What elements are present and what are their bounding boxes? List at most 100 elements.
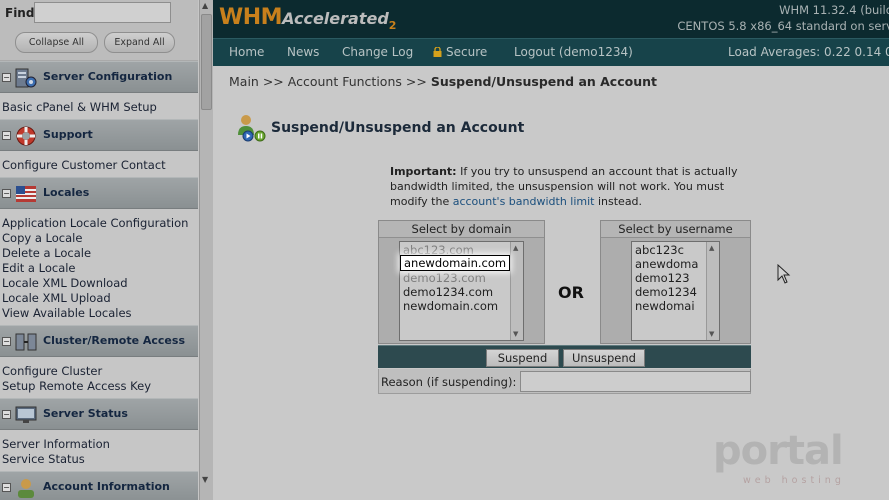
expand-all-button[interactable]: Expand All (104, 32, 175, 53)
sidebar-link-view-locales[interactable]: View Available Locales (2, 306, 132, 320)
sidebar-link-app-locale[interactable]: Application Locale Configuration (2, 216, 188, 230)
monitor-icon (15, 406, 37, 423)
domain-select-header: Select by domain (379, 221, 544, 238)
domain-select-list[interactable]: abc123.com anewdomain.com demo123.com de… (399, 241, 524, 341)
watermark-main: portal (713, 428, 844, 474)
nav-bar: Home News Change Log Secure Logout (demo… (213, 38, 889, 66)
logo-num: 2 (388, 19, 397, 32)
sidebar-link-copy-locale[interactable]: Copy a Locale (2, 231, 82, 245)
collapse-toggle-icon[interactable]: − (2, 131, 11, 140)
sidebar-link-basic-setup[interactable]: Basic cPanel & WHM Setup (2, 100, 157, 114)
collapse-toggle-icon[interactable]: − (2, 337, 11, 346)
username-option[interactable]: anewdoma (635, 257, 698, 271)
sidebar-link-configure-cluster[interactable]: Configure Cluster (2, 364, 102, 378)
scroll-down-icon[interactable]: ▼ (513, 330, 518, 338)
page-title: Suspend/Unsuspend an Account (271, 120, 525, 136)
sidebar-link-server-info[interactable]: Server Information (2, 437, 110, 451)
section-locales[interactable]: − Locales (0, 177, 198, 209)
find-input[interactable] (34, 2, 171, 23)
scroll-down-icon[interactable]: ▼ (709, 330, 714, 338)
suspend-button[interactable]: Suspend (486, 349, 559, 367)
domain-list-scrollbar[interactable]: ▲ ▼ (510, 242, 523, 340)
find-box: Find Collapse All Expand All (0, 0, 198, 61)
reason-input[interactable] (520, 371, 751, 392)
logo-sub: Accelerated (282, 9, 389, 28)
breadcrumb-current: Suspend/Unsuspend an Account (430, 74, 657, 89)
breadcrumb-separator: >> (405, 74, 427, 89)
section-title: Locales (43, 186, 90, 199)
important-tail: instead. (594, 195, 643, 208)
section-title: Support (43, 128, 93, 141)
account-icon (18, 479, 34, 498)
domain-option-selected[interactable]: anewdomain.com (400, 255, 511, 271)
action-bar: Suspend Unsuspend (378, 345, 751, 368)
sidebar-link-service-status[interactable]: Service Status (2, 452, 85, 466)
username-option[interactable]: demo123 (635, 271, 690, 285)
username-list-scrollbar[interactable]: ▲ ▼ (706, 242, 719, 340)
scrollbar-thumb[interactable] (201, 14, 212, 110)
domain-option[interactable]: newdomain.com (403, 299, 498, 313)
collapse-all-button[interactable]: Collapse All (15, 32, 98, 53)
breadcrumb-main[interactable]: Main (229, 74, 259, 89)
scroll-up-icon[interactable]: ▲ (709, 244, 714, 252)
section-cluster-remote-access[interactable]: − Cluster/Remote Access (0, 325, 198, 357)
nav-secure-label: Secure (446, 45, 488, 59)
support-lifebuoy-icon (16, 126, 36, 146)
version-line-2: CENTOS 5.8 x86_64 standard on serv (677, 19, 889, 33)
load-averages: Load Averages: 0.22 0.14 0 (728, 45, 889, 59)
breadcrumb-account-functions[interactable]: Account Functions (288, 74, 402, 89)
version-info: WHM 11.32.4 (build CENTOS 5.8 x86_64 sta… (677, 2, 889, 34)
collapse-toggle-icon[interactable]: − (2, 189, 11, 198)
server-config-icon (15, 68, 37, 88)
sidebar-link-xml-download[interactable]: Locale XML Download (2, 276, 128, 290)
username-select-header: Select by username (601, 221, 750, 238)
collapse-toggle-icon[interactable]: − (2, 410, 11, 419)
lock-icon (433, 47, 442, 57)
top-header: WHMAccelerated2 WHM 11.32.4 (build CENTO… (213, 0, 889, 38)
scroll-up-icon[interactable]: ▲ (513, 244, 518, 252)
nav-home[interactable]: Home (229, 45, 264, 59)
nav-secure[interactable]: Secure (433, 45, 487, 59)
portal-watermark: portal web hosting (713, 428, 863, 489)
whm-logo: WHMAccelerated2 (219, 5, 397, 32)
sidebar-scrollbar[interactable]: ▲ ▼ (199, 0, 213, 500)
section-title: Cluster/Remote Access (43, 334, 185, 347)
scroll-down-icon[interactable]: ▼ (202, 475, 208, 484)
nav-news[interactable]: News (287, 45, 319, 59)
sidebar-link-xml-upload[interactable]: Locale XML Upload (2, 291, 111, 305)
username-option[interactable]: newdomai (635, 299, 695, 313)
username-select-list[interactable]: abc123c anewdoma demo123 demo1234 newdom… (631, 241, 720, 341)
unsuspend-button[interactable]: Unsuspend (563, 349, 645, 367)
section-support[interactable]: − Support (0, 119, 198, 151)
flag-icon (16, 186, 36, 202)
reason-label: Reason (if suspending): (381, 375, 517, 389)
bandwidth-limit-link[interactable]: account's bandwidth limit (453, 195, 595, 208)
username-option[interactable]: abc123c (635, 243, 684, 257)
collapse-toggle-icon[interactable]: − (2, 483, 11, 492)
sidebar-link-customer-contact[interactable]: Configure Customer Contact (2, 158, 166, 172)
scroll-up-icon[interactable]: ▲ (202, 1, 208, 10)
nav-logout[interactable]: Logout (demo1234) (514, 45, 633, 59)
mouse-cursor-icon (777, 264, 791, 284)
important-notice: Important: If you try to unsuspend an ac… (390, 164, 740, 209)
breadcrumb: Main >> Account Functions >> Suspend/Uns… (229, 74, 657, 89)
reason-row: Reason (if suspending): (378, 369, 751, 394)
breadcrumb-separator: >> (262, 74, 284, 89)
section-account-information[interactable]: − Account Information (0, 471, 198, 500)
domain-option[interactable]: demo1234.com (403, 285, 493, 299)
section-server-configuration[interactable]: − Server Configuration (0, 61, 198, 93)
domain-option[interactable]: demo123.com (403, 271, 486, 285)
sidebar-link-delete-locale[interactable]: Delete a Locale (2, 246, 91, 260)
cluster-icon (15, 333, 37, 351)
sidebar-link-edit-locale[interactable]: Edit a Locale (2, 261, 76, 275)
find-label: Find (5, 6, 35, 20)
version-line-1: WHM 11.32.4 (build (779, 3, 889, 17)
collapse-toggle-icon[interactable]: − (2, 73, 11, 82)
section-title: Server Status (43, 407, 128, 420)
logo-main: WHM (219, 5, 283, 30)
section-server-status[interactable]: − Server Status (0, 398, 198, 430)
section-title: Server Configuration (43, 70, 173, 83)
sidebar-link-remote-access-key[interactable]: Setup Remote Access Key (2, 379, 151, 393)
nav-change-log[interactable]: Change Log (342, 45, 413, 59)
username-option[interactable]: demo1234 (635, 285, 697, 299)
